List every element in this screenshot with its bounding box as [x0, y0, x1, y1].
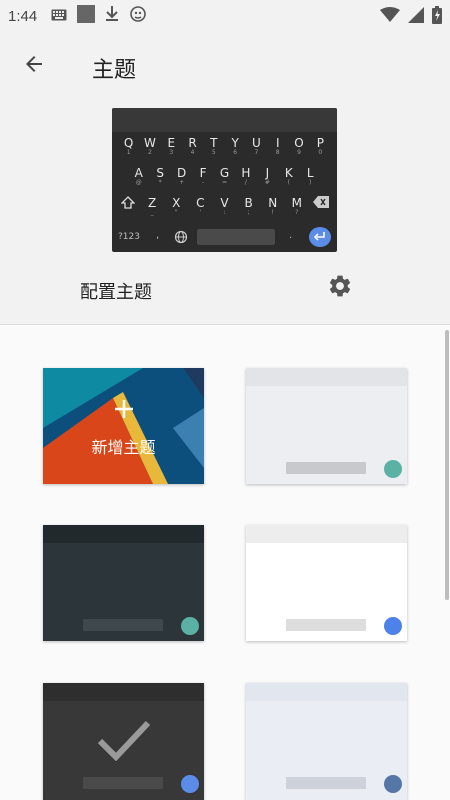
- status-time: 1:44: [8, 7, 38, 25]
- add-theme-card[interactable]: 新增主题: [43, 368, 204, 484]
- theme-card-accent-dot: [384, 460, 402, 478]
- square-notification-icon: [77, 5, 96, 27]
- theme-card-top-bar: [43, 525, 204, 543]
- theme-card[interactable]: [246, 525, 407, 641]
- keyboard-preview-top-bar: [112, 108, 337, 132]
- status-bar: 1:44: [0, 0, 450, 32]
- shift-icon: [119, 196, 137, 216]
- theme-card-accent-dot: [384, 775, 402, 793]
- theme-card[interactable]: [246, 368, 407, 484]
- add-theme-background: [43, 368, 204, 484]
- theme-card-top-bar: [43, 683, 204, 701]
- key: X ": [172, 196, 181, 216]
- key: A @: [134, 166, 143, 186]
- key: T5: [210, 136, 218, 156]
- theme-card-space-bar: [286, 619, 366, 631]
- config-theme-row: 配置主题: [0, 266, 450, 316]
- arrow-back-icon: [22, 52, 46, 80]
- theme-card-top-bar: [246, 525, 407, 543]
- key: O9: [294, 136, 304, 156]
- key: R4: [188, 136, 197, 156]
- comma-key: ,: [156, 230, 160, 241]
- key: G =: [219, 166, 230, 186]
- theme-card-accent-dot: [384, 617, 402, 635]
- backspace-icon: [312, 196, 330, 216]
- theme-card-accent-dot: [181, 617, 199, 635]
- plus-icon: [113, 398, 135, 420]
- settings-button[interactable]: [326, 274, 354, 302]
- keyboard-icon: [51, 7, 67, 25]
- key: J #: [264, 166, 270, 186]
- key: Y6: [231, 136, 239, 156]
- theme-card-space-bar: [83, 777, 163, 789]
- key: C ': [196, 196, 205, 216]
- theme-card-space-bar: [83, 619, 163, 631]
- symbols-key: ?123: [118, 232, 140, 242]
- theme-card[interactable]: [246, 683, 407, 800]
- key: F-: [199, 166, 207, 186]
- download-icon: [105, 6, 119, 26]
- key: P0: [316, 136, 324, 156]
- theme-card[interactable]: [43, 525, 204, 641]
- key: K(: [284, 166, 293, 186]
- scrollbar[interactable]: [445, 330, 449, 600]
- key: N!: [268, 196, 278, 216]
- keyboard-bottom-row: ?123 , .: [112, 226, 337, 248]
- theme-card-space-bar: [286, 777, 366, 789]
- keyboard-preview: Q1 W2 E3 R4 T5 Y6 U7 I8 O9 P0 A @ S * D + F…: [112, 108, 337, 252]
- key: I8: [275, 136, 280, 156]
- header-area: 主题 Q1 W2 E3 R4 T5 Y6 U7 I8 O9 P0 A @ S * D…: [0, 32, 450, 325]
- add-theme-label: 新增主题: [91, 438, 156, 457]
- space-key: [197, 229, 275, 245]
- theme-card-accent-dot: [181, 775, 199, 793]
- keyboard-row-2: A @ S * D + F- G = H / J # K( L): [112, 166, 337, 186]
- page-title: 主题: [92, 58, 137, 83]
- theme-card-selected[interactable]: [43, 683, 204, 800]
- theme-card-top-bar: [246, 683, 407, 701]
- keyboard-row-3: Z _ X " C ' V: B; N! M?: [112, 196, 337, 216]
- period-key: .: [289, 230, 293, 241]
- key: D +: [176, 166, 187, 186]
- signal-icon: [408, 7, 424, 27]
- key: M?: [291, 196, 302, 216]
- key: L): [306, 166, 314, 186]
- theme-card-space-bar: [286, 462, 366, 474]
- key: E3: [167, 136, 176, 156]
- globe-icon: [174, 229, 188, 248]
- back-button[interactable]: [18, 50, 50, 82]
- gear-icon: [327, 273, 353, 303]
- key: W2: [144, 136, 156, 156]
- checkmark-icon: [97, 717, 151, 765]
- key: H /: [241, 166, 251, 186]
- android-debug-icon: [129, 5, 147, 27]
- battery-charging-icon: [432, 6, 442, 28]
- key: B;: [244, 196, 253, 216]
- enter-icon: [309, 227, 331, 247]
- key: Q1: [123, 136, 134, 156]
- key: V:: [220, 196, 229, 216]
- keyboard-row-1: Q1 W2 E3 R4 T5 Y6 U7 I8 O9 P0: [112, 136, 337, 156]
- theme-card-top-bar: [246, 368, 407, 386]
- wifi-icon: [380, 7, 400, 27]
- key: U7: [252, 136, 261, 156]
- key: S *: [156, 166, 164, 186]
- key: Z _: [148, 196, 157, 216]
- config-theme-label: 配置主题: [80, 282, 152, 303]
